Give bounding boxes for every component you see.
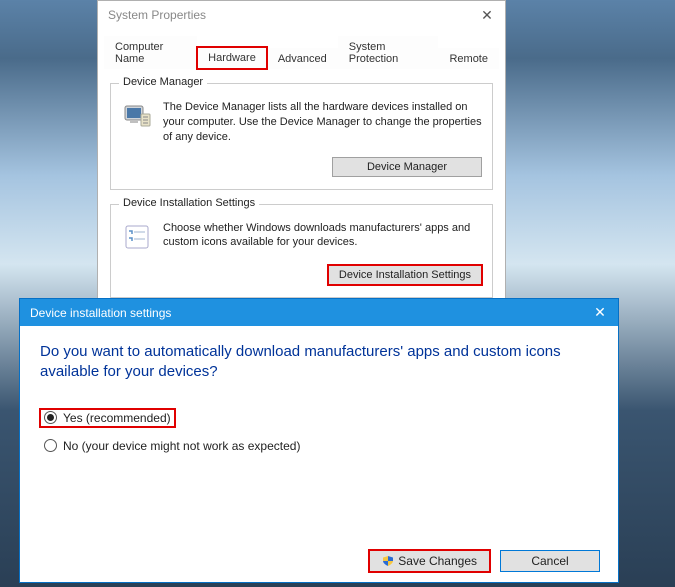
tab-advanced[interactable]: Advanced [267, 48, 338, 69]
device-manager-button[interactable]: Device Manager [332, 157, 482, 177]
radio-icon [44, 411, 57, 424]
device-install-icon [121, 221, 153, 253]
close-icon[interactable]: ✕ [582, 299, 618, 327]
window-title: System Properties [108, 8, 206, 22]
group-legend: Device Installation Settings [119, 197, 259, 209]
group-legend: Device Manager [119, 76, 207, 88]
device-installation-settings-button[interactable]: Device Installation Settings [328, 265, 482, 285]
cancel-button[interactable]: Cancel [500, 550, 600, 572]
group-description: Choose whether Windows downloads manufac… [163, 221, 482, 251]
radio-no[interactable]: No (your device might not work as expect… [40, 437, 304, 455]
radio-icon [44, 439, 57, 452]
window-title: Device installation settings [30, 306, 171, 320]
radio-group: Yes (recommended) No (your device might … [40, 409, 598, 455]
titlebar: Device installation settings ✕ [20, 299, 618, 326]
group-device-manager: Device Manager The Device Manager lists … [110, 83, 493, 190]
tab-hardware[interactable]: Hardware [197, 47, 267, 69]
close-icon[interactable]: ✕ [469, 1, 505, 29]
uac-shield-icon [382, 555, 394, 567]
device-installation-settings-window: Device installation settings ✕ Do you wa… [19, 298, 619, 583]
button-label: Save Changes [398, 554, 477, 568]
device-manager-icon [121, 100, 153, 132]
dialog-body: Do you want to automatically download ma… [20, 326, 618, 469]
dialog-question: Do you want to automatically download ma… [40, 342, 598, 383]
tab-computer-name[interactable]: Computer Name [104, 36, 197, 69]
tab-system-protection[interactable]: System Protection [338, 36, 439, 69]
group-description: The Device Manager lists all the hardwar… [163, 100, 482, 145]
radio-yes[interactable]: Yes (recommended) [40, 409, 175, 427]
radio-label: Yes (recommended) [63, 411, 171, 425]
titlebar: System Properties ✕ [98, 1, 505, 29]
save-changes-button[interactable]: Save Changes [369, 550, 490, 572]
group-device-installation: Device Installation Settings Choose whet… [110, 204, 493, 298]
dialog-footer: Save Changes Cancel [20, 540, 618, 582]
tab-strip: Computer Name Hardware Advanced System P… [104, 35, 499, 69]
tab-remote[interactable]: Remote [438, 48, 499, 69]
radio-label: No (your device might not work as expect… [63, 439, 300, 453]
